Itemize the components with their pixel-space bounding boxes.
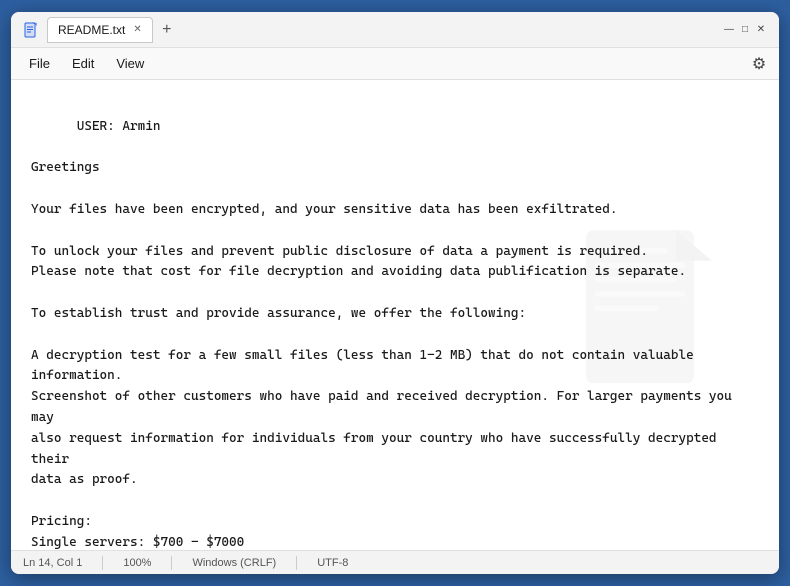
close-button[interactable]: ✕ xyxy=(755,24,767,36)
settings-button[interactable]: ⚙ xyxy=(747,52,771,76)
encoding: UTF-8 xyxy=(317,557,348,569)
notepad-icon xyxy=(23,22,39,38)
zoom-level: 100% xyxy=(123,557,151,569)
text-editor-area[interactable]: USER: Armin Greetings Your files have be… xyxy=(11,80,779,550)
tab-label: README.txt xyxy=(58,23,125,37)
status-bar: Ln 14, Col 1 100% Windows (CRLF) UTF-8 xyxy=(11,550,779,574)
document-text: USER: Armin Greetings Your files have be… xyxy=(31,119,739,550)
window-controls: — □ ✕ xyxy=(723,24,767,36)
minimize-button[interactable]: — xyxy=(723,24,735,36)
gear-icon: ⚙ xyxy=(752,54,766,74)
menu-edit[interactable]: Edit xyxy=(62,52,104,75)
menu-view[interactable]: View xyxy=(106,52,154,75)
notepad-window: README.txt ✕ + — □ ✕ File Edit View ⚙ xyxy=(11,12,779,574)
tab-close-button[interactable]: ✕ xyxy=(133,25,141,35)
line-endings: Windows (CRLF) xyxy=(192,557,276,569)
tab-bar: README.txt ✕ + xyxy=(47,17,179,43)
new-tab-button[interactable]: + xyxy=(155,18,179,42)
menu-file[interactable]: File xyxy=(19,52,60,75)
maximize-button[interactable]: □ xyxy=(739,24,751,36)
status-divider-3 xyxy=(296,556,297,570)
cursor-position: Ln 14, Col 1 xyxy=(23,557,82,569)
title-bar: README.txt ✕ + — □ ✕ xyxy=(11,12,779,48)
editor-content: USER: Armin Greetings Your files have be… xyxy=(31,96,759,550)
menu-bar: File Edit View ⚙ xyxy=(11,48,779,80)
status-divider-1 xyxy=(102,556,103,570)
status-divider-2 xyxy=(171,556,172,570)
active-tab[interactable]: README.txt ✕ xyxy=(47,17,153,43)
menu-items: File Edit View xyxy=(19,52,154,75)
